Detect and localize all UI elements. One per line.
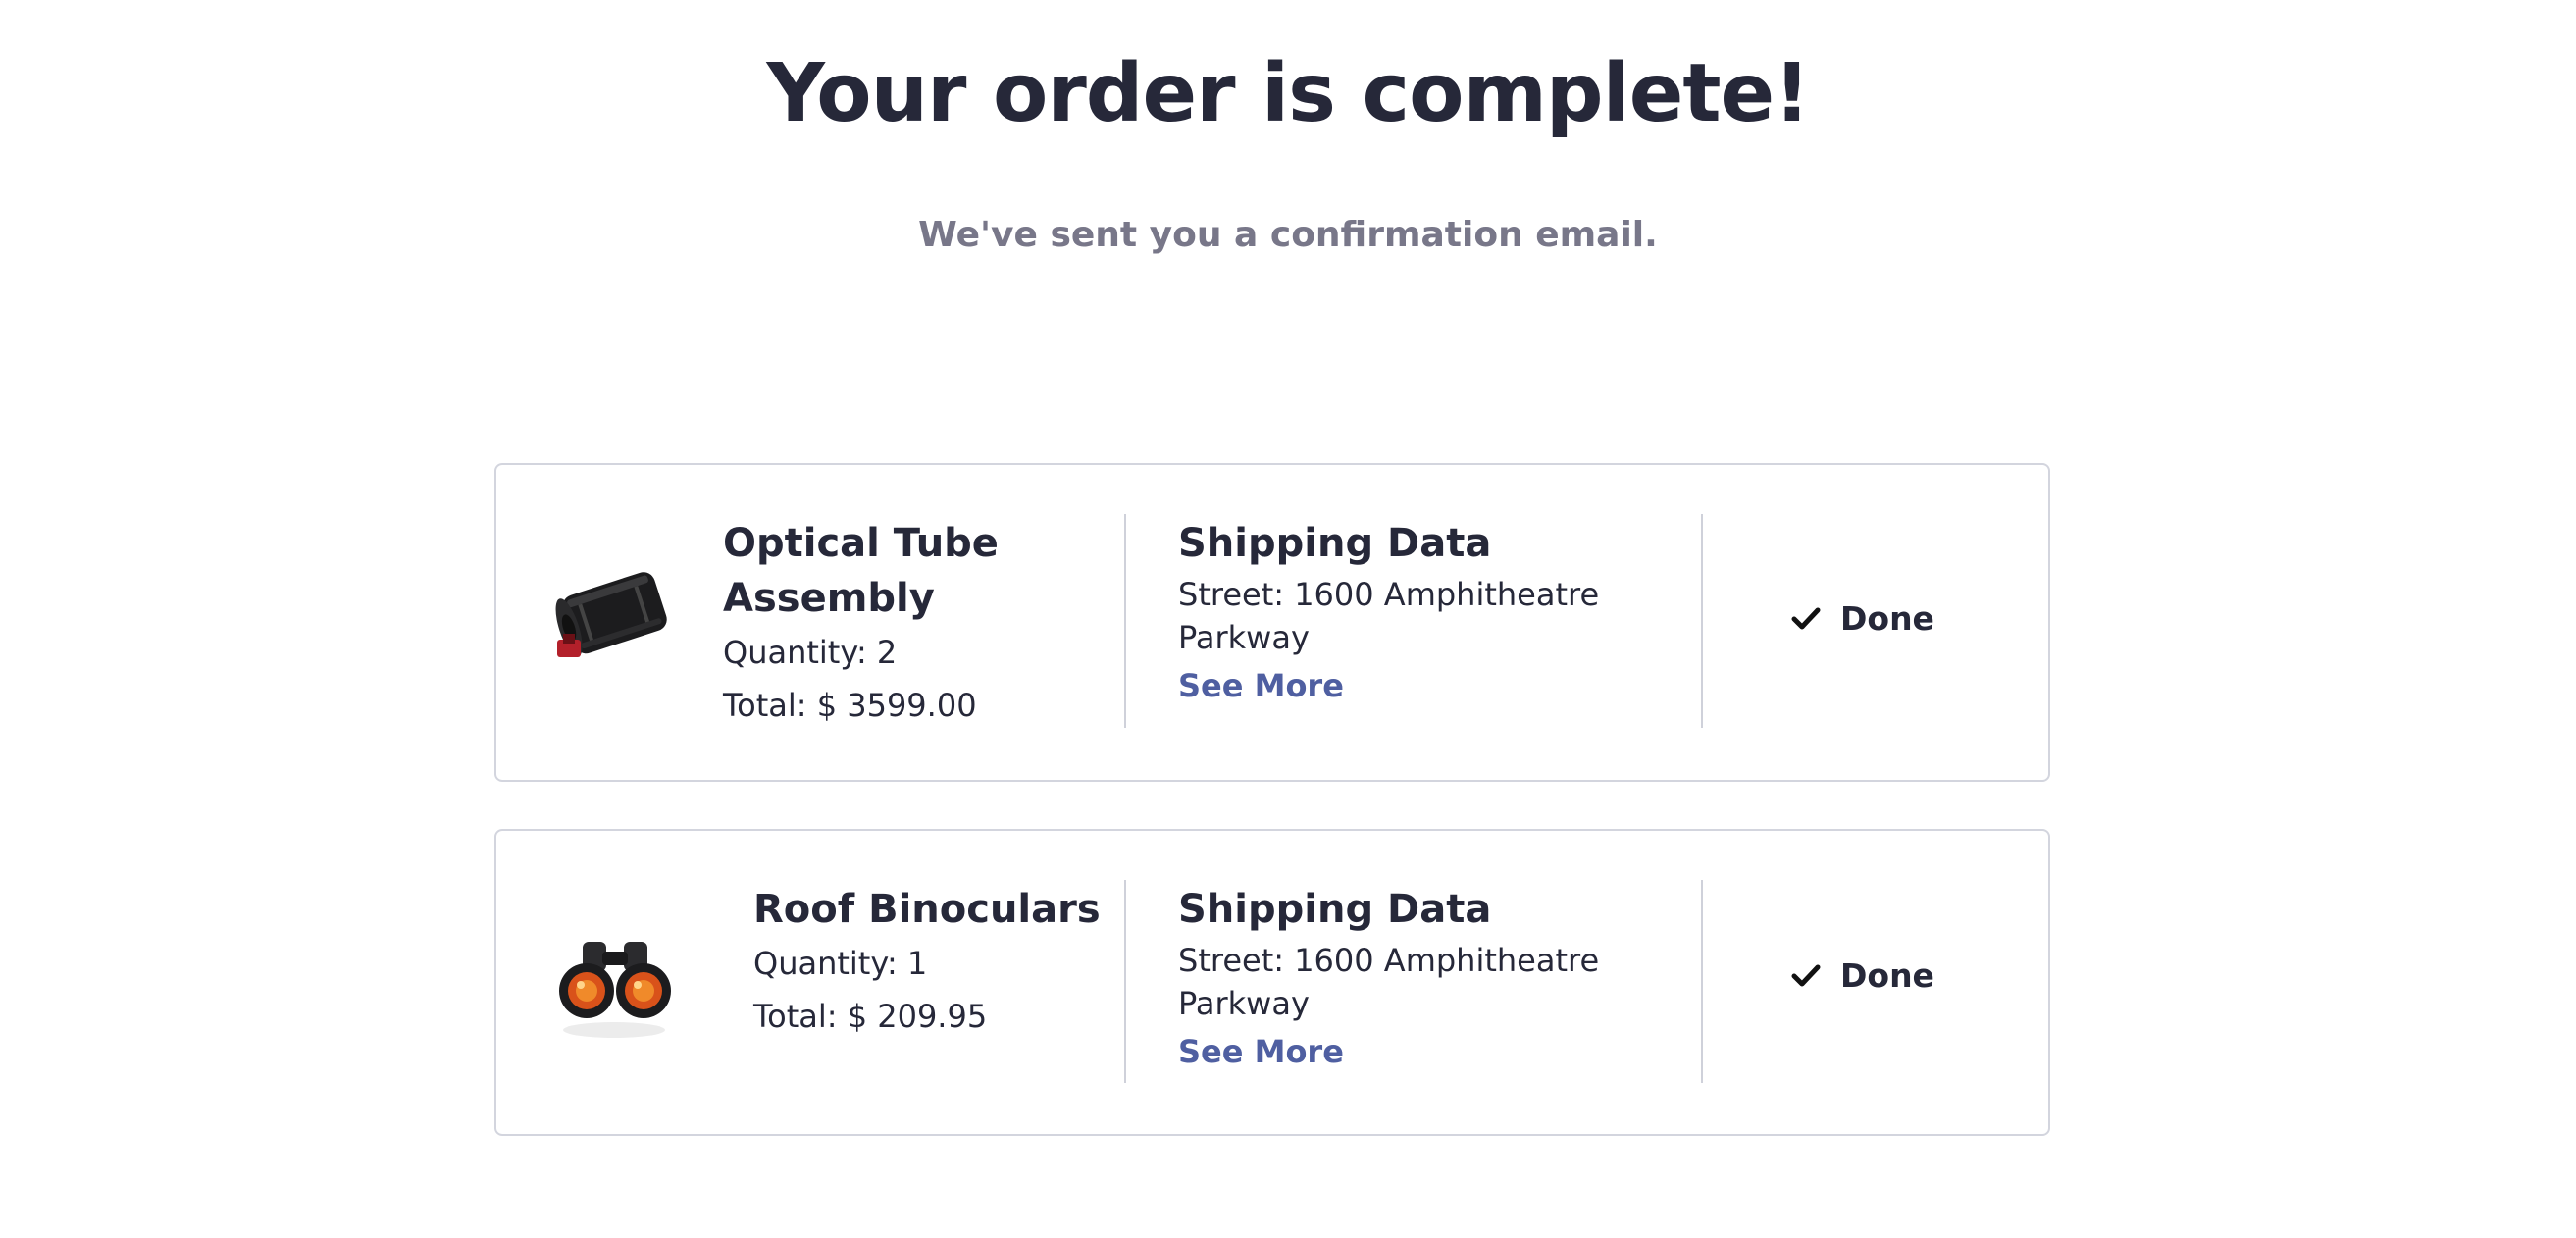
order-complete-page: Your order is complete! We've sent you a… <box>0 0 2576 1238</box>
product-name: Optical Tube Assembly <box>723 521 999 621</box>
column-divider <box>1124 514 1126 728</box>
column-divider <box>1701 514 1703 728</box>
telescope-tube-image <box>545 545 683 683</box>
status-badge: Done <box>1791 599 1934 638</box>
status-label: Done <box>1840 599 1934 638</box>
column-divider <box>1124 880 1126 1083</box>
product-quantity: Quantity: 1 <box>753 945 928 982</box>
page-title: Your order is complete! <box>766 47 1810 140</box>
product-total: Total: $ 209.95 <box>753 998 988 1035</box>
order-card: Optical Tube Assembly Quantity: 2 Total:… <box>494 463 2050 782</box>
product-info: Roof Binoculars Quantity: 1 Total: $ 209… <box>753 882 1107 1043</box>
product-total: Total: $ 3599.00 <box>723 687 977 724</box>
product-name: Roof Binoculars <box>753 887 1101 932</box>
product-info: Optical Tube Assembly Quantity: 2 Total:… <box>723 516 1106 732</box>
checkmark-icon <box>1791 607 1821 629</box>
shipping-title: Shipping Data <box>1178 887 1492 932</box>
page-subtitle: We've sent you a confirmation email. <box>918 215 1658 255</box>
order-card: Roof Binoculars Quantity: 1 Total: $ 209… <box>494 829 2050 1136</box>
status-label: Done <box>1840 956 1934 995</box>
binoculars-image <box>545 914 683 1052</box>
checkmark-icon <box>1791 964 1821 986</box>
shipping-title: Shipping Data <box>1178 521 1492 566</box>
shipping-street: Street: 1600 Amphitheatre Parkway <box>1178 942 1600 1022</box>
column-divider <box>1701 880 1703 1083</box>
status-badge: Done <box>1791 956 1934 995</box>
see-more-link[interactable]: See More <box>1178 659 1344 712</box>
shipping-data: Shipping Data Street: 1600 Amphitheatre … <box>1178 516 1688 712</box>
see-more-link[interactable]: See More <box>1178 1025 1344 1078</box>
product-quantity: Quantity: 2 <box>723 634 898 671</box>
shipping-street: Street: 1600 Amphitheatre Parkway <box>1178 576 1600 656</box>
shipping-data: Shipping Data Street: 1600 Amphitheatre … <box>1178 882 1688 1078</box>
